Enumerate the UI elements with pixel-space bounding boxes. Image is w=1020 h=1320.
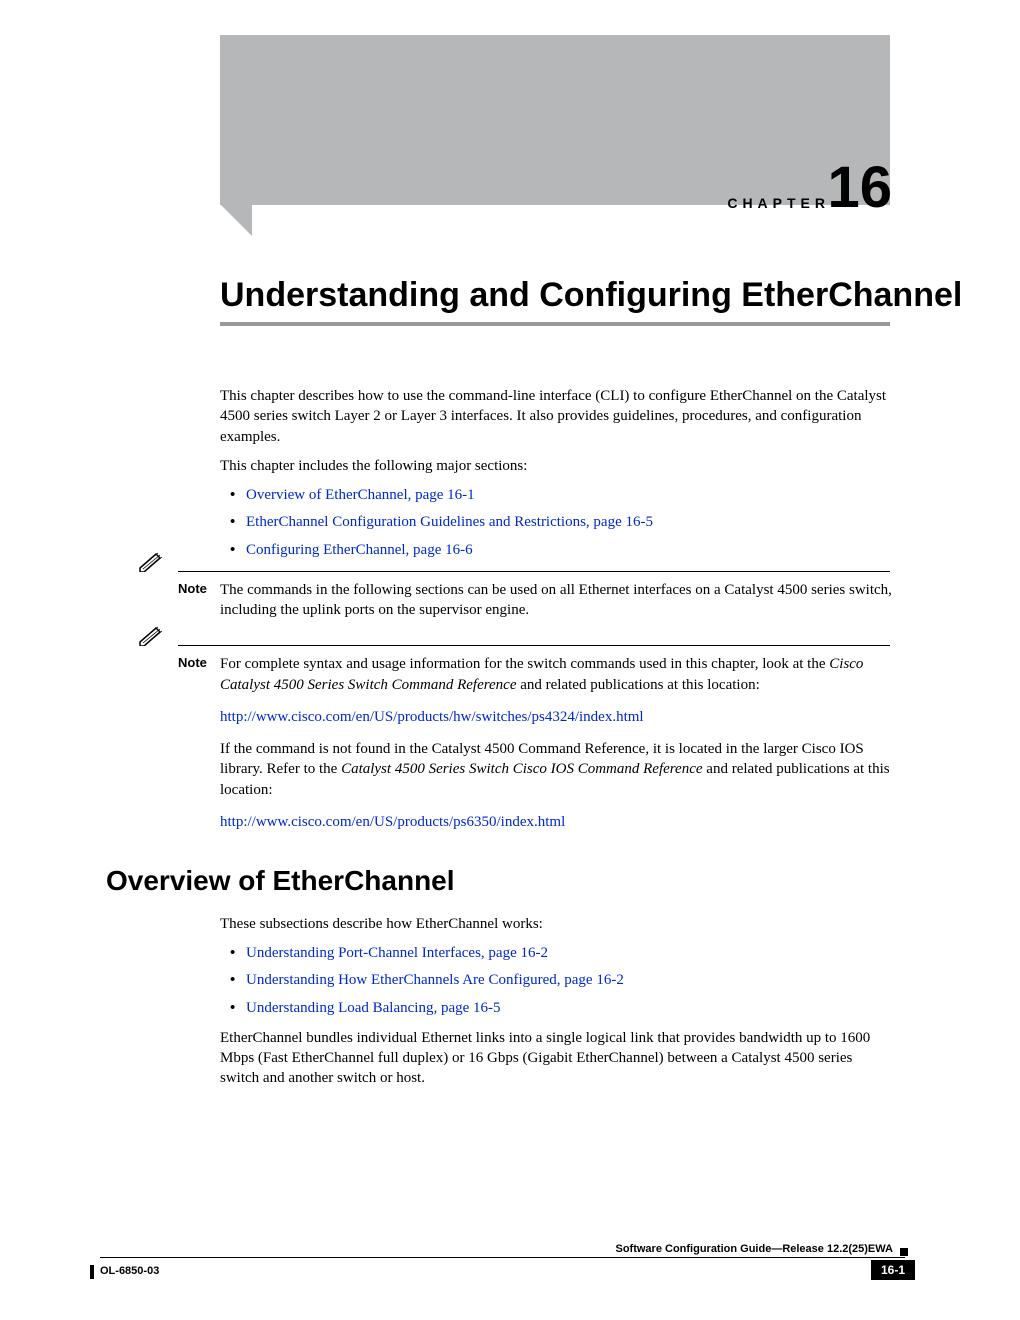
external-link[interactable]: http://www.cisco.com/en/US/products/ps63…	[220, 814, 565, 830]
toc-link[interactable]: Understanding Port-Channel Interfaces, p…	[246, 945, 548, 961]
list-item: Understanding How EtherChannels Are Conf…	[220, 970, 895, 990]
toc-link[interactable]: EtherChannel Configuration Guidelines an…	[246, 514, 653, 530]
toc-link[interactable]: Configuring EtherChannel, page 16-6	[246, 542, 473, 558]
note-block-2: Note For complete syntax and usage infor…	[220, 648, 895, 832]
chapter-title: Understanding and Configuring EtherChann…	[220, 276, 962, 315]
overview-body: EtherChannel bundles individual Ethernet…	[220, 1028, 895, 1089]
note-rule	[178, 571, 890, 572]
footer-rule	[100, 1257, 905, 1258]
list-item: Overview of EtherChannel, page 16-1	[220, 485, 895, 505]
footer-marker	[900, 1248, 908, 1256]
overview-intro: These subsections describe how EtherChan…	[220, 914, 895, 934]
pencil-icon	[138, 552, 166, 572]
reference-title: Catalyst 4500 Series Switch Cisco IOS Co…	[341, 761, 702, 777]
section-heading-overview: Overview of EtherChannel	[106, 862, 895, 900]
intro-paragraph-1: This chapter describes how to use the co…	[220, 386, 895, 447]
title-rule	[220, 322, 890, 326]
toc-link[interactable]: Understanding How EtherChannels Are Conf…	[246, 972, 624, 988]
list-item: Configuring EtherChannel, page 16-6	[220, 540, 895, 560]
overview-links-list: Understanding Port-Channel Interfaces, p…	[220, 943, 895, 1018]
list-item: EtherChannel Configuration Guidelines an…	[220, 512, 895, 532]
footer-doc-id: OL-6850-03	[100, 1265, 159, 1277]
chapter-number: 16	[827, 154, 892, 221]
note-rule	[178, 645, 890, 646]
note-text: The commands in the following sections c…	[220, 574, 895, 621]
page-footer: Software Configuration Guide—Release 12.…	[100, 1257, 905, 1293]
note-label: Note	[178, 654, 207, 672]
page-number: 16-1	[871, 1260, 915, 1280]
chapter-banner	[220, 35, 890, 205]
pencil-icon	[138, 626, 166, 646]
list-item: Understanding Load Balancing, page 16-5	[220, 998, 895, 1018]
note-text: If the command is not found in the Catal…	[220, 739, 895, 800]
note-block-1: Note The commands in the following secti…	[220, 574, 895, 621]
toc-link[interactable]: Overview of EtherChannel, page 16-1	[246, 487, 475, 503]
note-text: For complete syntax and usage informatio…	[220, 648, 895, 695]
intro-links-list: Overview of EtherChannel, page 16-1 Ethe…	[220, 485, 895, 560]
intro-paragraph-2: This chapter includes the following majo…	[220, 456, 895, 476]
external-link[interactable]: http://www.cisco.com/en/US/products/hw/s…	[220, 709, 644, 725]
footer-left-bar	[90, 1265, 94, 1279]
list-item: Understanding Port-Channel Interfaces, p…	[220, 943, 895, 963]
toc-link[interactable]: Understanding Load Balancing, page 16-5	[246, 1000, 501, 1016]
footer-guide-title: Software Configuration Guide—Release 12.…	[615, 1243, 893, 1255]
note-label: Note	[178, 580, 207, 598]
chapter-label: CHAPTER	[727, 195, 830, 211]
